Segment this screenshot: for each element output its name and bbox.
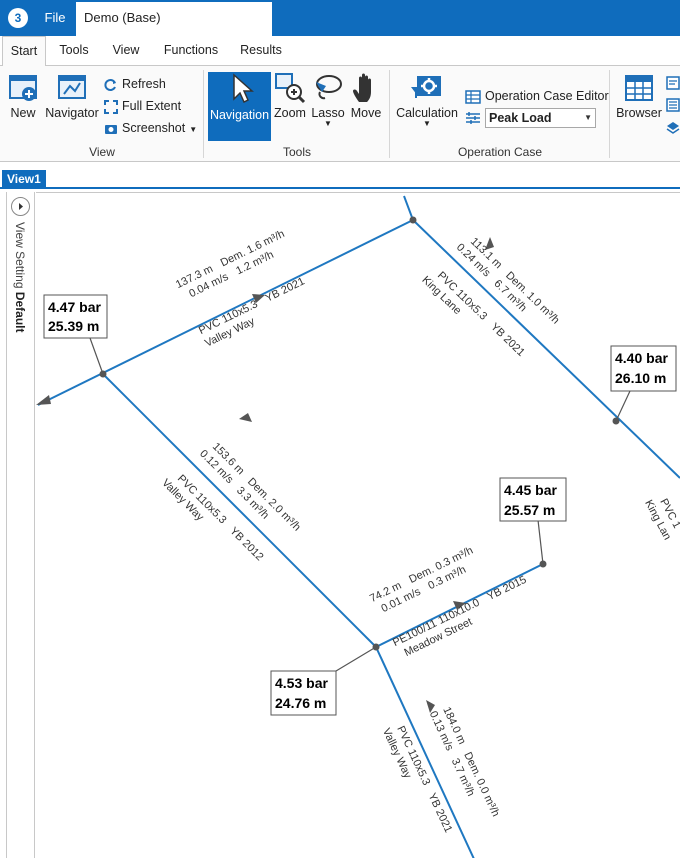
pipe-label-group: PE100/11 110x10.0YB 2015 Meadow Street xyxy=(391,574,529,659)
ribbon-tab-bar: Start Tools View Functions Results xyxy=(0,36,680,67)
node-head: 24.76 m xyxy=(275,695,326,711)
operation-case-editor-label: Operation Case Editor xyxy=(485,89,609,103)
tab-tools[interactable]: Tools xyxy=(52,36,96,66)
group-separator xyxy=(609,70,610,158)
cursor-arrow-icon xyxy=(232,73,254,104)
chevron-down-icon: ▼ xyxy=(324,119,332,128)
navigator-icon xyxy=(58,75,86,99)
full-extent-button[interactable]: Full Extent xyxy=(104,96,181,116)
refresh-label: Refresh xyxy=(122,77,166,91)
tab-functions[interactable]: Functions xyxy=(158,36,224,66)
view-setting-title: View Setting xyxy=(13,222,27,289)
app-logo-icon[interactable]: 3 xyxy=(8,8,28,28)
lasso-label: Lasso xyxy=(311,106,345,120)
editor-table-icon xyxy=(465,89,481,104)
flow-arrow xyxy=(36,395,51,405)
navigation-button[interactable]: Navigation xyxy=(208,72,271,141)
document-tab[interactable]: Demo (Base) xyxy=(76,2,272,36)
chevron-down-icon: ▼ xyxy=(423,119,431,128)
camera-icon xyxy=(105,124,117,134)
operation-case-editor-button[interactable]: Operation Case Editor xyxy=(465,86,609,106)
new-view-icon xyxy=(9,75,37,101)
browser-label: Browser xyxy=(616,106,662,120)
expand-panel-button[interactable] xyxy=(11,197,30,216)
new-button[interactable]: New xyxy=(4,72,42,132)
full-extent-icon xyxy=(104,99,118,114)
ribbon: New Navigator Refresh Full Extent Screen… xyxy=(0,66,680,162)
node-head: 25.57 m xyxy=(504,502,555,518)
move-label: Move xyxy=(350,106,382,120)
tab-view[interactable]: View xyxy=(106,36,146,66)
screenshot-label: Screenshot xyxy=(122,121,186,135)
view-setting-panel[interactable]: View Setting Default xyxy=(6,192,35,858)
chevron-down-icon: ▼ xyxy=(189,125,198,134)
node-head: 26.10 m xyxy=(615,370,666,386)
zoom-icon xyxy=(275,73,306,104)
view-strip xyxy=(0,162,680,170)
tab-start[interactable]: Start xyxy=(2,36,46,67)
zoom-button[interactable]: Zoom xyxy=(273,72,307,132)
operation-case-select[interactable]: Peak Load ▼ xyxy=(485,108,596,128)
view1-tab[interactable]: View1 xyxy=(2,170,46,188)
pipe-label-group: PVC 1 King Lan xyxy=(642,497,680,542)
refresh-button[interactable]: Refresh xyxy=(104,74,166,94)
map-canvas[interactable]: 4.47 bar 25.39 m 4.40 bar 26.10 m 4.45 b… xyxy=(36,192,680,858)
title-bar: 3 File Demo (Base) xyxy=(0,0,680,36)
lasso-button[interactable]: Lasso ▼ xyxy=(310,72,346,132)
pipe-label-group: 113.1 mDem. 1.0 m³/h 0.24 m/s6.7 m³/h xyxy=(454,236,562,327)
view-setting-value: Default xyxy=(13,291,27,333)
operation-case-group-label: Operation Case xyxy=(457,145,543,159)
node-pressure: 4.45 bar xyxy=(504,482,557,498)
layers-icon[interactable] xyxy=(666,120,680,134)
hand-icon xyxy=(353,73,371,102)
network-drawing[interactable]: 4.47 bar 25.39 m 4.40 bar 26.10 m 4.45 b… xyxy=(36,193,680,858)
report-icon[interactable] xyxy=(666,76,680,90)
chevron-down-icon: ▼ xyxy=(584,113,592,122)
pipe-valley-way-middle[interactable] xyxy=(102,373,377,648)
flow-arrow xyxy=(239,413,252,422)
new-label: New xyxy=(10,106,36,120)
view-group-label: View xyxy=(89,145,115,159)
browser-table-icon xyxy=(625,75,653,101)
node-head: 25.39 m xyxy=(48,318,99,334)
node-pressure: 4.47 bar xyxy=(48,299,101,315)
navigator-button[interactable]: Navigator xyxy=(44,72,100,132)
network-node[interactable] xyxy=(409,216,417,224)
full-extent-label: Full Extent xyxy=(122,99,182,113)
view-tab-underline xyxy=(0,187,680,189)
navigator-label: Navigator xyxy=(45,106,99,120)
navigation-label: Navigation xyxy=(209,108,270,122)
node-pressure: 4.53 bar xyxy=(275,675,328,691)
screenshot-button[interactable]: Screenshot ▼ xyxy=(104,118,197,138)
pipe-stub-top[interactable] xyxy=(403,195,414,221)
browser-button[interactable]: Browser xyxy=(614,72,664,132)
lasso-icon xyxy=(316,75,342,100)
view-setting-label: View Setting Default xyxy=(13,222,27,333)
node-pressure: 4.40 bar xyxy=(615,350,668,366)
tab-results[interactable]: Results xyxy=(234,36,288,66)
operation-case-list-icon xyxy=(466,112,480,124)
tools-group-label: Tools xyxy=(282,145,311,159)
calculation-button[interactable]: Calculation ▼ xyxy=(394,72,460,132)
pipe-label-group: 153.6 mDem. 2.0 m³/h 0.12 m/s3.3 m³/h xyxy=(197,441,303,534)
list-icon[interactable] xyxy=(666,98,680,112)
play-arrow-icon xyxy=(19,203,23,210)
move-button[interactable]: Move xyxy=(349,72,383,132)
refresh-icon xyxy=(104,78,116,91)
zoom-label: Zoom xyxy=(274,106,306,120)
calculation-label: Calculation xyxy=(396,106,458,120)
operation-case-value: Peak Load xyxy=(489,111,552,125)
calculation-gear-icon xyxy=(411,76,441,98)
file-menu[interactable]: File xyxy=(36,0,74,36)
